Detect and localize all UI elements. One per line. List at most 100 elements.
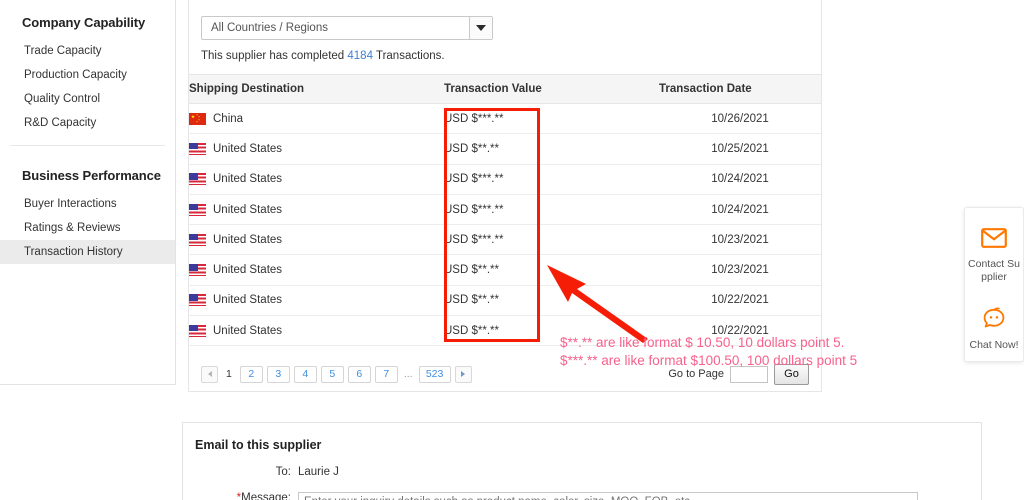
cell-transaction-value: USD $***.**: [444, 164, 659, 195]
destination-name: United States: [213, 294, 283, 307]
caret-right-icon[interactable]: [454, 365, 472, 383]
cell-shipping-destination: United States: [189, 315, 444, 347]
flag-united-states-icon: [189, 233, 206, 246]
cell-transaction-value: USD $***.**: [444, 224, 659, 256]
transaction-table-head: Shipping Destination Transaction Value T…: [189, 74, 821, 104]
cell-transaction-value: USD $**.**: [444, 133, 659, 165]
pagination-ellipsis: ...: [403, 368, 413, 380]
page-link-6[interactable]: 6: [347, 365, 371, 383]
chat-face-icon: [983, 307, 1005, 328]
table-row: United States USD $***.** 10/24/2021: [189, 194, 821, 226]
table-row: China USD $***.** 10/26/2021: [189, 103, 821, 135]
contact-supplier-button[interactable]: Contact Supplier: [965, 228, 1023, 283]
cell-shipping-destination: United States: [189, 285, 444, 317]
page-link-2[interactable]: 2: [239, 365, 263, 383]
transaction-summary: This supplier has completed 4184 Transac…: [189, 40, 821, 62]
cell-transaction-date: 10/26/2021: [659, 103, 821, 135]
page-link-7[interactable]: 7: [374, 365, 398, 383]
cell-transaction-date: 10/23/2021: [659, 224, 821, 256]
destination-name: United States: [213, 233, 283, 246]
destination-name: United States: [213, 142, 283, 155]
table-header-row: Shipping Destination Transaction Value T…: [189, 74, 821, 104]
flag-united-states-icon: [189, 324, 206, 337]
email-supplier-panel: Email to this supplier To: Laurie J *Mes…: [182, 422, 982, 500]
cell-shipping-destination: United States: [189, 224, 444, 256]
annotation-note-line1: $**.** are like format $ 10.50, 10 dolla…: [560, 335, 845, 350]
cell-transaction-date: 10/24/2021: [659, 194, 821, 226]
table-row: United States USD $**.** 10/25/2021: [189, 133, 821, 165]
floating-action-panel: Contact Supplier Chat Now!: [964, 207, 1024, 362]
flag-united-states-icon: [189, 173, 206, 186]
column-header-transaction-date: Transaction Date: [659, 74, 821, 104]
caret-left-icon[interactable]: [201, 365, 218, 383]
flag-united-states-icon: [189, 294, 206, 307]
cell-transaction-date: 10/22/2021: [659, 285, 821, 317]
email-panel-title: Email to this supplier: [195, 438, 322, 452]
flag-china-icon: [189, 112, 206, 125]
cell-transaction-date: 10/24/2021: [659, 164, 821, 195]
cell-transaction-value: USD $***.**: [444, 194, 659, 226]
page-root: Company Capability Trade Capacity Produc…: [0, 0, 1024, 500]
destination-name: United States: [213, 173, 283, 186]
sidebar-item-rd-capacity[interactable]: R&D Capacity: [0, 111, 175, 135]
destination-name: United States: [213, 264, 283, 277]
cell-shipping-destination: United States: [189, 133, 444, 165]
column-header-transaction-value: Transaction Value: [444, 74, 659, 104]
flag-united-states-icon: [189, 142, 206, 155]
flag-united-states-icon: [189, 203, 206, 216]
email-message-label: *Message:: [183, 492, 298, 500]
flag-united-states-icon: [189, 264, 206, 277]
email-message-input[interactable]: [298, 492, 918, 500]
envelope-icon: [981, 228, 1007, 248]
country-filter-row: All Countries / Regions: [189, 0, 821, 40]
cell-transaction-date: 10/25/2021: [659, 133, 821, 165]
page-link-4[interactable]: 4: [293, 365, 317, 383]
table-row: United States USD $***.** 10/24/2021: [189, 164, 821, 195]
transaction-count: 4184: [347, 50, 373, 62]
destination-name: China: [213, 112, 244, 125]
cell-shipping-destination: China: [189, 103, 444, 135]
cell-transaction-value: USD $***.**: [444, 103, 659, 135]
sidebar-item-buyer-interactions[interactable]: Buyer Interactions: [0, 192, 175, 216]
sidebar-divider: [10, 145, 165, 146]
transaction-table-body: China USD $***.** 10/26/2021 United States U…: [189, 103, 821, 347]
page-link-last[interactable]: 523: [418, 365, 451, 383]
email-to-label: To:: [275, 466, 291, 478]
sidebar-item-transaction-history[interactable]: Transaction History: [0, 240, 175, 264]
summary-suffix: Transactions.: [372, 50, 445, 62]
table-row: United States USD $**.** 10/22/2021: [189, 285, 821, 317]
transaction-table: Shipping Destination Transaction Value T…: [189, 74, 821, 347]
cell-shipping-destination: United States: [189, 164, 444, 195]
destination-name: United States: [213, 324, 283, 337]
contact-supplier-label: Contact Supplier: [968, 258, 1020, 283]
page-link-5[interactable]: 5: [320, 365, 344, 383]
destination-name: United States: [213, 203, 283, 216]
table-row: United States USD $**.** 10/23/2021: [189, 254, 821, 286]
sidebar-item-trade-capacity[interactable]: Trade Capacity: [0, 39, 175, 63]
country-region-select-value: All Countries / Regions: [211, 22, 328, 34]
country-region-select[interactable]: All Countries / Regions: [201, 16, 493, 40]
cell-shipping-destination: United States: [189, 254, 444, 286]
chat-now-label: Chat Now!: [969, 339, 1019, 351]
pagination: 1 2 3 4 5 6 7 ... 523: [189, 365, 472, 383]
email-message-label-text: Message:: [241, 492, 291, 500]
column-header-shipping-destination: Shipping Destination: [189, 74, 444, 104]
left-sidebar: Company Capability Trade Capacity Produc…: [0, 0, 176, 385]
email-to-value: Laurie J: [298, 466, 339, 478]
sidebar-item-quality-control[interactable]: Quality Control: [0, 87, 175, 111]
sidebar-group-title-business-performance: Business Performance: [22, 168, 161, 183]
chevron-down-icon[interactable]: [469, 17, 492, 39]
annotation-arrow-icon: [547, 265, 648, 343]
sidebar-item-ratings-reviews[interactable]: Ratings & Reviews: [0, 216, 175, 240]
annotation-note-line2: $***.** are like format $100.50, 100 dol…: [560, 353, 858, 368]
page-current: 1: [226, 368, 232, 380]
sidebar-group-title-company-capability: Company Capability: [22, 15, 146, 30]
chat-now-button[interactable]: Chat Now!: [965, 307, 1023, 352]
email-message-row: *Message:: [183, 492, 981, 500]
cell-transaction-date: 10/23/2021: [659, 254, 821, 286]
table-row: United States USD $***.** 10/23/2021: [189, 224, 821, 256]
page-link-3[interactable]: 3: [266, 365, 290, 383]
sidebar-item-production-capacity[interactable]: Production Capacity: [0, 63, 175, 87]
summary-prefix: This supplier has completed: [201, 50, 348, 62]
cell-shipping-destination: United States: [189, 194, 444, 226]
